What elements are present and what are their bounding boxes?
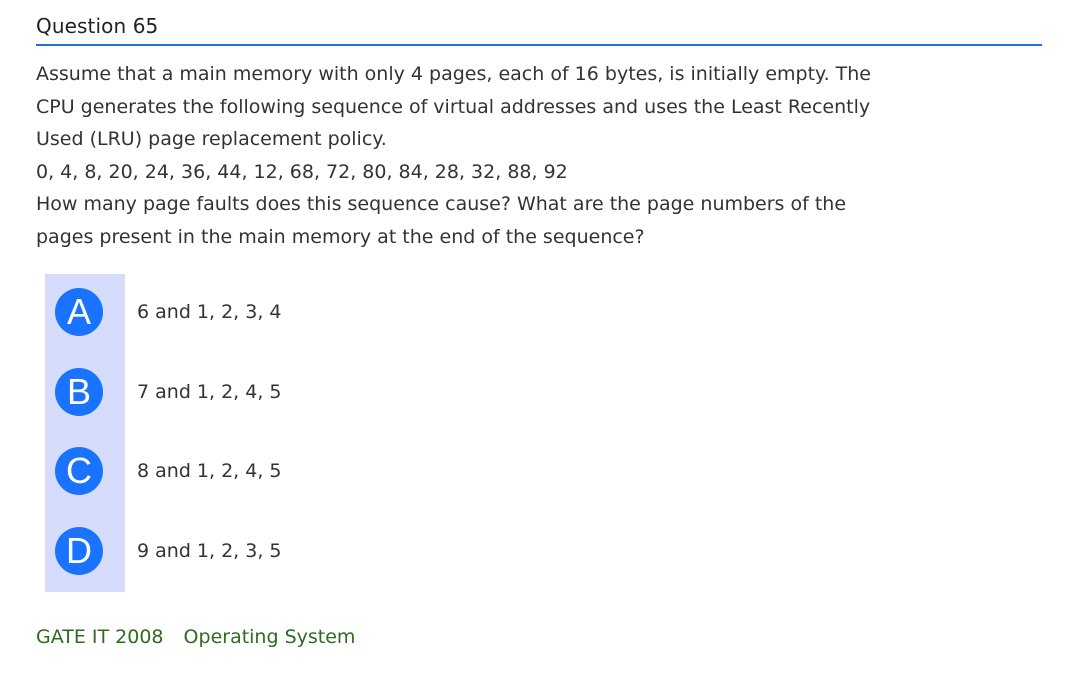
question-text: Assume that a main memory with only 4 pa… [36, 58, 956, 253]
option-c-text[interactable]: 8 and 1, 2, 4, 5 [137, 460, 282, 482]
question-header: Question 65 [36, 12, 1042, 46]
option-b-letter-icon[interactable]: B [55, 368, 103, 416]
question-line: Assume that a main memory with only 4 pa… [36, 63, 871, 85]
address-sequence: 0, 4, 8, 20, 24, 36, 44, 12, 68, 72, 80,… [36, 160, 568, 183]
question-title: Question 65 [36, 14, 159, 38]
question-line: pages present in the main memory at the … [36, 225, 645, 248]
option-d-letter-icon[interactable]: D [55, 527, 103, 575]
tag-exam[interactable]: GATE IT 2008 [36, 626, 164, 648]
question-line: Used (LRU) page replacement policy. [36, 128, 387, 150]
option-c[interactable]: C 8 and 1, 2, 4, 5 [55, 447, 282, 495]
option-c-letter-icon[interactable]: C [55, 447, 103, 495]
option-a-letter-icon[interactable]: A [55, 288, 103, 336]
question-line: CPU generates the following sequence of … [36, 95, 871, 118]
option-d-text[interactable]: 9 and 1, 2, 3, 5 [137, 540, 282, 562]
option-a[interactable]: A 6 and 1, 2, 3, 4 [55, 288, 282, 336]
question-line: How many page faults does this sequence … [36, 193, 847, 215]
option-b[interactable]: B 7 and 1, 2, 4, 5 [55, 368, 282, 416]
option-a-text[interactable]: 6 and 1, 2, 3, 4 [137, 301, 282, 323]
tag-subject[interactable]: Operating System [184, 626, 356, 648]
option-d[interactable]: D 9 and 1, 2, 3, 5 [55, 527, 282, 575]
option-b-text[interactable]: 7 and 1, 2, 4, 5 [137, 381, 282, 403]
tag-list: GATE IT 2008 Operating System [36, 626, 369, 648]
